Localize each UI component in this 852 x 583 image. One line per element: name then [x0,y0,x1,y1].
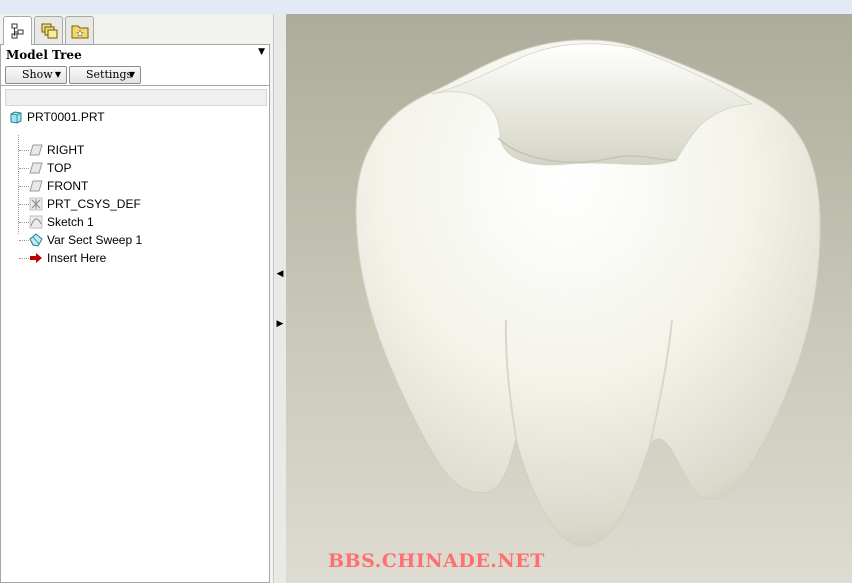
tree-connector [19,150,29,151]
part-icon [10,111,22,124]
expand-right-icon[interactable]: ▶ [274,312,286,336]
tree-node-label: TOP [47,161,72,175]
tree-node-label: FRONT [47,179,89,193]
show-button-label: Show [22,68,53,81]
sweep-feature-icon [29,233,43,247]
panel-splitter[interactable]: ◀ ▶ [273,14,287,583]
model-tree-panel: Model Tree ▼ Show ▼ Settings ▼ PRT0001.P… [0,44,270,583]
tree-connector [19,204,29,205]
settings-button[interactable]: Settings ▼ [69,66,141,84]
watermark-text: BBS.CHINADE.NET [328,550,545,572]
model-tree-menu-icon[interactable]: ▼ [258,47,265,57]
tree-node-label: Sketch 1 [47,215,94,229]
model-tree-icon [11,23,24,39]
top-strip [0,0,852,15]
tree-connector [19,222,29,223]
model-tree-title: Model Tree [6,48,82,62]
layers-icon [41,23,58,39]
tree-connector [19,186,29,187]
tree-connector [19,258,29,259]
tree-column-header [5,89,267,106]
tree-node-label: PRT0001.PRT [27,110,105,124]
datum-plane-icon [29,180,43,192]
tree-node-label: PRT_CSYS_DEF [47,197,141,211]
sketch-icon [29,215,43,229]
favorites-folder-icon [71,25,89,39]
toolbar-divider [1,85,269,86]
insert-arrow-icon [30,253,42,263]
tree-node-label: Var Sect Sweep 1 [47,233,143,247]
settings-button-label: Settings [86,68,133,81]
datum-plane-icon [29,162,43,174]
tab-layers[interactable] [34,16,63,44]
chevron-down-icon: ▼ [128,70,135,79]
show-button[interactable]: Show ▼ [5,66,67,84]
tooth-model [355,39,821,547]
navigator-panel: Model Tree ▼ Show ▼ Settings ▼ PRT0001.P… [0,14,273,583]
datum-plane-icon [29,144,43,156]
collapse-left-icon[interactable]: ◀ [274,262,286,286]
tree-connector [19,240,29,241]
tree-node-label: Insert Here [47,251,107,265]
tree-node-label: RIGHT [47,143,85,157]
tree-connector [19,168,29,169]
navigator-tabs [0,14,273,45]
tab-favorites[interactable] [65,16,94,44]
tab-model-tree[interactable] [3,16,32,45]
graphics-window[interactable]: BBS.CHINADE.NET [286,14,852,583]
chevron-down-icon: ▼ [54,70,61,79]
coordinate-system-icon [29,197,43,211]
